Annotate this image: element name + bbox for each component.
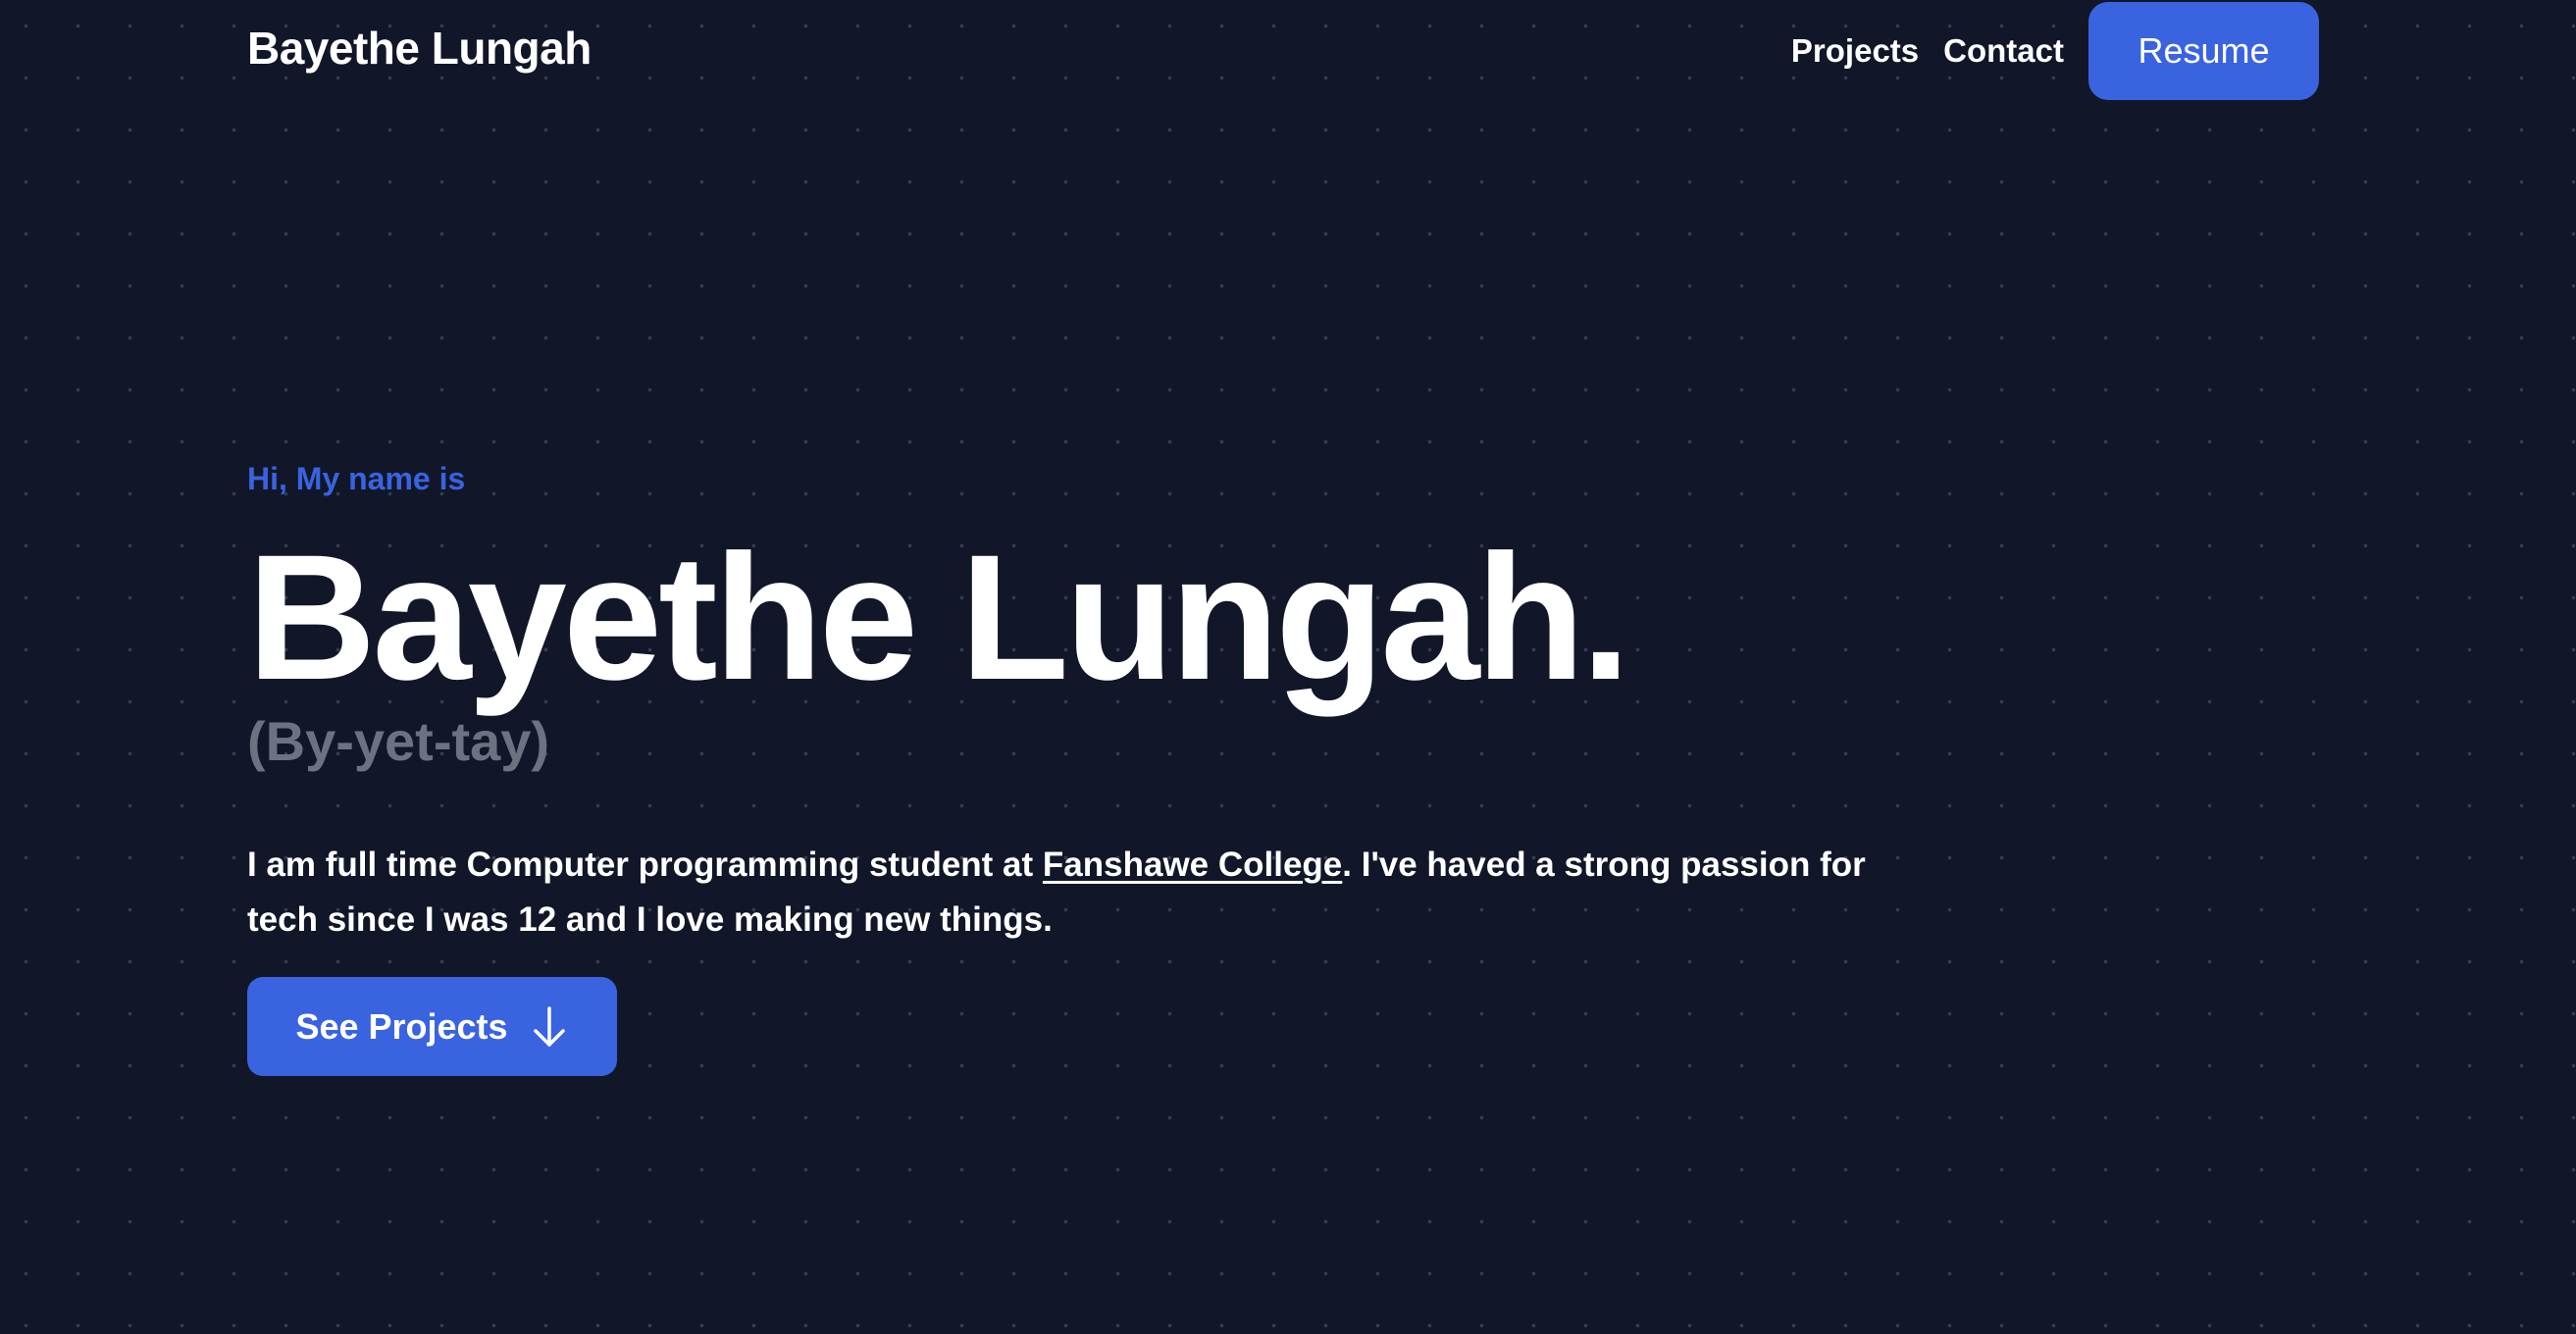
- resume-button[interactable]: Resume: [2088, 2, 2319, 100]
- bio-text-prefix: I am full time Computer programming stud…: [247, 846, 1043, 884]
- nav-links: Projects Contact Resume: [1791, 2, 2319, 100]
- see-projects-button[interactable]: See Projects: [247, 977, 617, 1076]
- site-brand[interactable]: Bayethe Lungah: [247, 22, 592, 75]
- fanshawe-college-link[interactable]: Fanshawe College: [1043, 846, 1342, 884]
- nav-link-contact[interactable]: Contact: [1943, 32, 2064, 70]
- see-projects-label: See Projects: [295, 1005, 508, 1047]
- hero-name: Bayethe Lungah.: [247, 517, 1630, 717]
- hero-section: Hi, My name is Bayethe Lungah. (By-yet-t…: [247, 451, 1915, 1076]
- top-navigation: Bayethe Lungah Projects Contact Resume: [247, 0, 2319, 102]
- hero-bio: I am full time Computer programming stud…: [247, 838, 1876, 948]
- hero-greeting: Hi, My name is: [247, 461, 466, 496]
- nav-link-projects[interactable]: Projects: [1791, 32, 1919, 70]
- arrow-down-icon: [533, 1005, 565, 1047]
